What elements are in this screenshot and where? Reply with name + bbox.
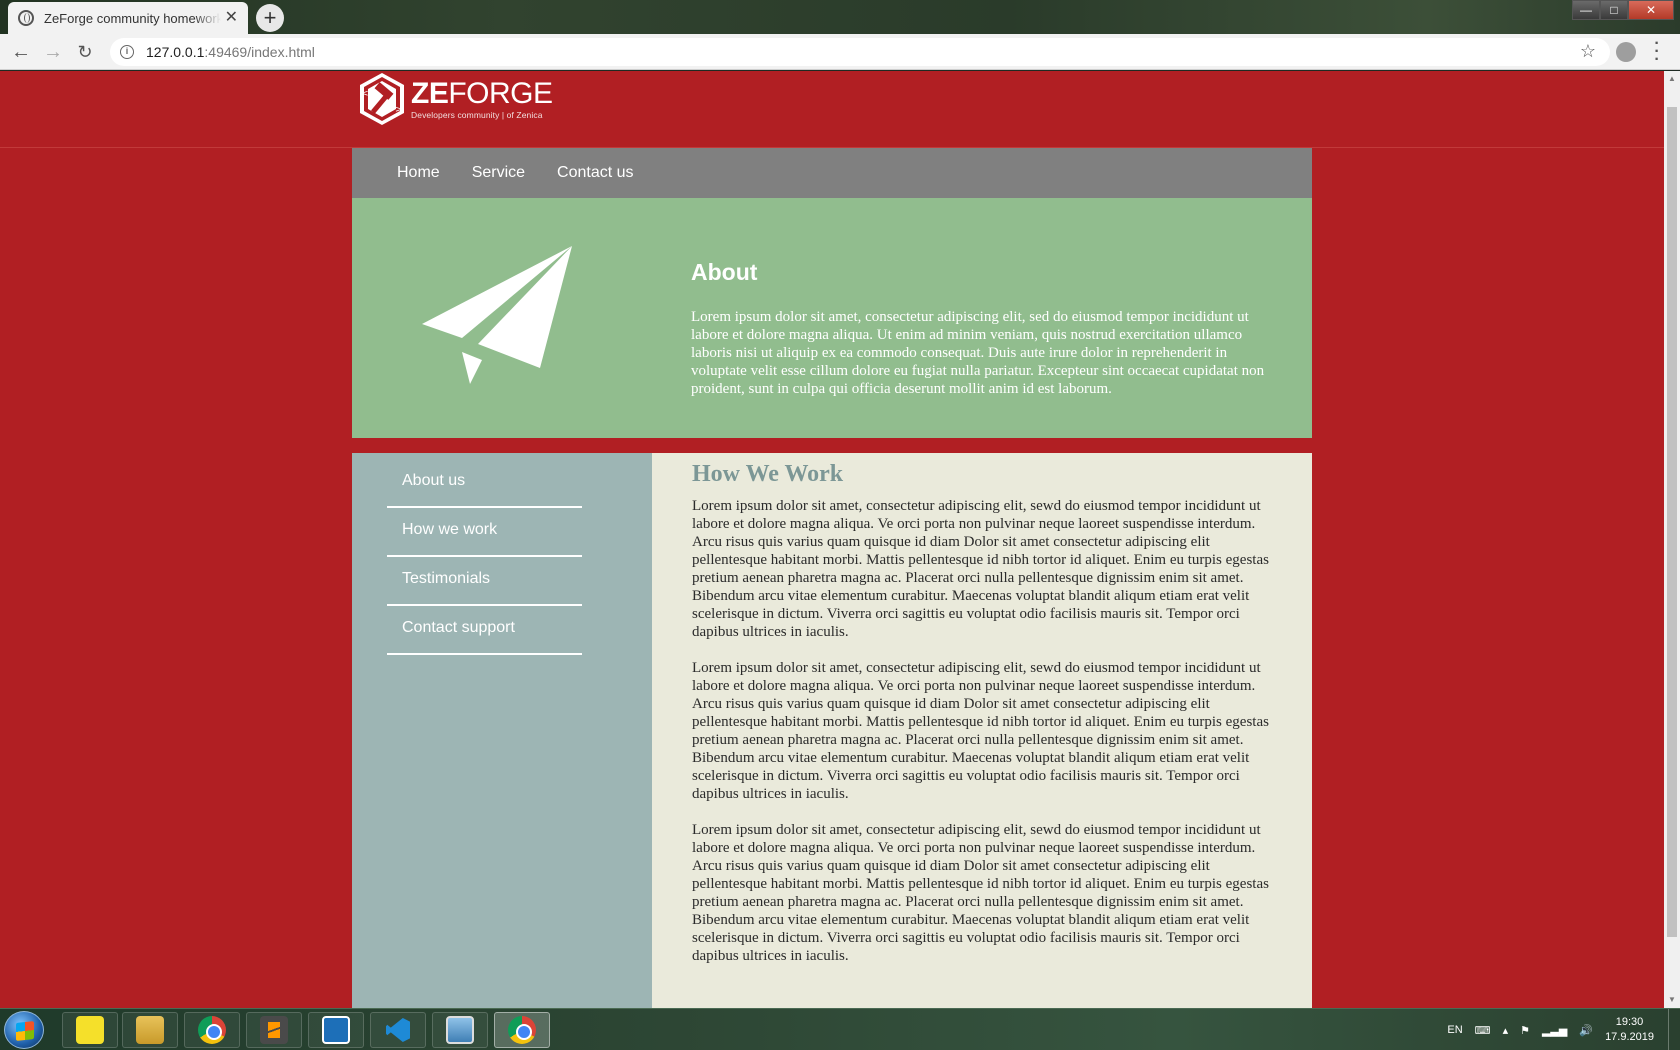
minimize-button[interactable]: —	[1572, 0, 1600, 20]
browser-toolbar: ← → ↻ i 127.0.0.1:49469/index.html ☆ · · ·	[0, 34, 1680, 70]
hero-content: About Lorem ipsum dolor sit amet, consec…	[691, 259, 1276, 398]
url-path: :49469/index.html	[204, 44, 315, 60]
sidebar-item-contact-support[interactable]: Contact support	[387, 606, 582, 655]
svg-text:<: <	[361, 89, 369, 99]
clock-date: 17.9.2019	[1605, 1031, 1654, 1043]
taskbar-vscode[interactable]	[370, 1012, 426, 1048]
globe-icon	[18, 10, 34, 26]
chrome-icon	[198, 1016, 226, 1044]
vscode-icon	[384, 1016, 412, 1044]
forward-arrow-icon[interactable]: →	[42, 41, 64, 63]
logo-brand-rest: FORGE	[448, 76, 553, 110]
svg-text:>: >	[395, 105, 403, 115]
scroll-up-arrow-icon[interactable]: ▲	[1664, 71, 1680, 87]
browser-tab[interactable]: ZeForge community homework r ✕	[8, 2, 248, 34]
system-tray: EN ⌨ ▴ ⚑ ▂▃▅ 🔊 19:30 17.9.2019	[1447, 1009, 1680, 1050]
taskbar-chrome[interactable]	[184, 1012, 240, 1048]
top-navigation: Home Service Contact us	[352, 148, 1312, 198]
url-host: 127.0.0.1	[146, 44, 205, 60]
maximize-button[interactable]: □	[1600, 0, 1628, 20]
windows-logo-icon	[16, 1021, 34, 1041]
taskbar-chrome-active[interactable]	[494, 1012, 550, 1048]
kebab-menu-icon[interactable]: · · ·	[1652, 36, 1662, 68]
logo-text: ZEFORGE Developers community | of Zenica	[411, 76, 553, 120]
back-arrow-icon[interactable]: ←	[10, 41, 32, 63]
scrollbar-thumb[interactable]	[1667, 107, 1677, 937]
logo-brand-bold: ZE	[411, 76, 449, 110]
hero-text: Lorem ipsum dolor sit amet, consectetur …	[691, 309, 1265, 397]
nav-service[interactable]: Service	[472, 164, 525, 182]
logo-brand: ZEFORGE	[411, 76, 553, 110]
browser-titlebar: ZeForge community homework r ✕ + — □ ✕	[0, 0, 1680, 34]
chrome-icon	[508, 1016, 536, 1044]
site-header: < > ZEFORGE Developers community | of Ze…	[0, 71, 1664, 148]
new-tab-button[interactable]: +	[256, 4, 284, 32]
windows-taskbar: EN ⌨ ▴ ⚑ ▂▃▅ 🔊 19:30 17.9.2019	[0, 1008, 1680, 1050]
logo-tagline: Developers community | of Zenica	[411, 109, 543, 120]
main-content: How We Work Lorem ipsum dolor sit amet, …	[652, 453, 1312, 1008]
sidebar-item-testimonials[interactable]: Testimonials	[387, 557, 582, 606]
window-controls: — □ ✕	[1572, 0, 1674, 20]
logo[interactable]: < > ZEFORGE Developers community | of Ze…	[357, 72, 553, 126]
sublime-text-icon	[260, 1016, 288, 1044]
scroll-down-arrow-icon[interactable]: ▼	[1664, 992, 1680, 1008]
paper-plane-icon	[422, 246, 572, 384]
profile-avatar-icon[interactable]	[1616, 42, 1636, 62]
tab-title: ZeForge community homework r	[44, 10, 221, 26]
taskbar-sublime-text[interactable]	[246, 1012, 302, 1048]
taskbar-sticky-notes[interactable]	[62, 1012, 118, 1048]
clock-time: 19:30	[1615, 1016, 1644, 1028]
close-window-button[interactable]: ✕	[1628, 0, 1674, 20]
sidebar-item-about-us[interactable]: About us	[387, 459, 582, 508]
page-scrollbar[interactable]: ▲ ▼	[1664, 71, 1680, 1008]
network-signal-icon[interactable]: ▂▃▅	[1542, 1024, 1567, 1037]
action-center-flag-icon[interactable]: ⚑	[1520, 1024, 1530, 1037]
reload-icon[interactable]: ↻	[74, 41, 96, 63]
taskbar-photos[interactable]	[432, 1012, 488, 1048]
main-paragraph: Lorem ipsum dolor sit amet, consectetur …	[692, 498, 1269, 640]
nav-contact-us[interactable]: Contact us	[557, 164, 633, 182]
page-container: Home Service Contact us About Lorem ipsu…	[352, 148, 1312, 1008]
taskbar-brackets[interactable]	[308, 1012, 364, 1048]
hero-title: About	[691, 259, 758, 285]
url-text[interactable]: 127.0.0.1:49469/index.html	[146, 44, 315, 60]
nav-home[interactable]: Home	[397, 164, 440, 182]
sidebar-item-how-we-work[interactable]: How we work	[387, 508, 582, 557]
photos-icon	[446, 1016, 474, 1044]
clock[interactable]: 19:30 17.9.2019	[1605, 1015, 1654, 1045]
about-hero: About Lorem ipsum dolor sit amet, consec…	[352, 198, 1312, 438]
tray-expand-arrow-icon[interactable]: ▴	[1503, 1024, 1509, 1037]
taskbar-file-explorer[interactable]	[122, 1012, 178, 1048]
main-title: How We Work	[692, 461, 844, 487]
tab-close-icon[interactable]: ✕	[225, 10, 238, 26]
keyboard-icon[interactable]: ⌨	[1475, 1024, 1491, 1037]
page-viewport: < > ZEFORGE Developers community | of Ze…	[0, 71, 1664, 1008]
main-paragraph: Lorem ipsum dolor sit amet, consectetur …	[692, 822, 1269, 964]
start-button[interactable]	[4, 1011, 44, 1049]
show-desktop-button[interactable]	[1668, 1009, 1680, 1050]
bookmark-star-icon[interactable]: ☆	[1580, 41, 1596, 62]
content-columns: About us How we work Testimonials Contac…	[352, 453, 1312, 1008]
volume-icon[interactable]: 🔊	[1579, 1024, 1593, 1037]
language-indicator[interactable]: EN	[1447, 1024, 1462, 1036]
sticky-notes-icon	[76, 1016, 104, 1044]
main-paragraph: Lorem ipsum dolor sit amet, consectetur …	[692, 660, 1269, 802]
sidebar: About us How we work Testimonials Contac…	[352, 453, 652, 1008]
brackets-icon	[322, 1016, 350, 1044]
file-explorer-icon	[136, 1016, 164, 1044]
address-bar[interactable]: i 127.0.0.1:49469/index.html ☆	[110, 38, 1610, 66]
hammer-logo-icon: < >	[360, 73, 404, 125]
info-icon[interactable]: i	[120, 45, 134, 59]
